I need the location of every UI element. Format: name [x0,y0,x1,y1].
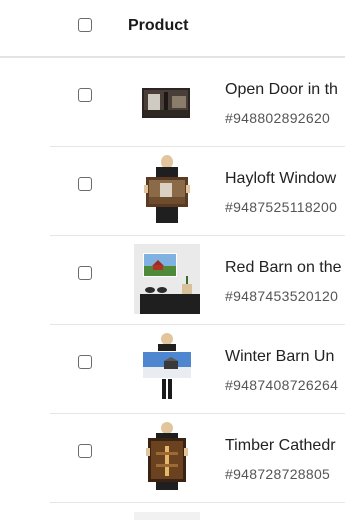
poster-held-timber-icon[interactable] [134,422,200,492]
row-checkbox[interactable] [78,177,92,191]
row-checkbox[interactable] [78,266,92,280]
row-checkbox[interactable] [78,88,92,102]
product-table: Product Open Door in th #948802892620 Ha [0,0,345,520]
barn-interior-photo-icon[interactable] [134,66,200,136]
product-sku: #9487408726264 [225,377,339,393]
table-row[interactable]: Open Door in th #948802892620 [50,58,345,147]
row-checkbox[interactable] [78,444,92,458]
table-row[interactable]: Hayloft Window #9487525118200 [50,147,345,236]
poster-held-winter-barn-icon[interactable] [134,333,200,403]
product-sku: #948728728805 [225,466,331,482]
table-row[interactable]: Timber Cathedr #948728728805 [50,414,345,503]
product-sku: #9487453520120 [225,288,339,304]
product-title[interactable]: Hayloft Window [225,170,336,188]
row-checkbox[interactable] [78,355,92,369]
product-title[interactable]: Winter Barn Un [225,348,334,366]
product-title[interactable]: Open Door in th [225,81,338,99]
product-sku: #9487525118200 [225,199,338,215]
table-row[interactable]: Red Barn on the #9487453520120 [50,236,345,325]
framed-red-barn-wall-icon[interactable] [134,244,200,314]
table-header: Product [0,0,345,58]
column-header-product[interactable]: Product [128,17,188,35]
select-all-checkbox[interactable] [78,18,92,32]
product-title[interactable]: Red Barn on the [225,259,342,277]
table-row[interactable]: Winter Barn Un #9487408726264 [50,325,345,414]
product-thumbnail-partial[interactable] [134,512,200,520]
product-sku: #948802892620 [225,110,331,126]
poster-held-hayloft-icon[interactable] [134,155,200,225]
product-title[interactable]: Timber Cathedr [225,437,336,455]
